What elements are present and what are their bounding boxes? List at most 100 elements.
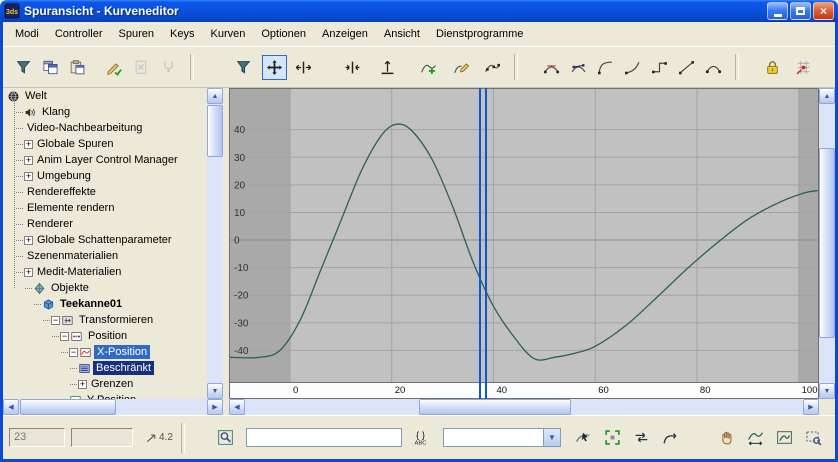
menu-ansicht[interactable]: Ansicht [376,26,428,42]
menu-controller[interactable]: Controller [47,26,111,42]
set-tangents-slow-button[interactable] [620,55,645,80]
scroll-right-icon[interactable]: ▶ [207,399,223,415]
scroll-down-icon[interactable]: ▼ [819,383,835,399]
tree-expander-plus-icon[interactable]: + [24,139,33,149]
draw-curves-button[interactable] [449,55,474,80]
tree-expander-plus-icon[interactable]: + [24,235,33,245]
scroll-right-icon[interactable]: ▶ [803,399,819,415]
show-selected-curves-button[interactable] [571,425,597,450]
key-time-field[interactable]: 23 [9,428,65,447]
tree-item-position[interactable]: − Position [3,328,207,344]
tree-item-beschränkt[interactable]: Beschränkt [3,360,207,376]
chart-vertical-scrollbar[interactable]: ▲ ▼ [819,88,835,399]
tree-item-klang[interactable]: Klang [3,104,207,120]
tree-item-renderer[interactable]: Renderer [3,216,207,232]
set-tangents-step-button[interactable] [647,55,672,80]
zoom-horizontal-extents-button[interactable] [742,425,768,450]
tree-vscroll-thumb[interactable] [207,105,223,157]
chart-vscroll-thumb[interactable] [819,148,835,338]
zoom-value-extents-button[interactable] [771,425,797,450]
scroll-down-icon[interactable]: ▼ [207,383,223,399]
delete-controller-button[interactable] [129,55,154,80]
minimize-button[interactable] [767,2,788,20]
time-ruler[interactable]: 0 20 40 60 80 100 [229,383,819,399]
menu-keys[interactable]: Keys [162,26,202,42]
assign-controller-button[interactable] [102,55,127,80]
lock-selection-button[interactable] [760,55,785,80]
add-keys-button[interactable] [416,55,441,80]
time-slider[interactable] [479,88,488,399]
track-filters-button[interactable] [231,55,256,80]
zoom-region-button[interactable] [800,425,826,450]
scale-values-button[interactable] [375,55,400,80]
set-tangents-fast-button[interactable] [593,55,618,80]
tree-expander-plus-icon[interactable]: + [24,171,33,181]
zoom-selected-object-button[interactable] [213,425,239,450]
menu-anzeigen[interactable]: Anzeigen [314,26,376,42]
slide-keys-button[interactable] [291,55,316,80]
menu-kurven[interactable]: Kurven [202,26,253,42]
move-keys-button[interactable] [262,54,287,80]
tree-item-video-nachbearbeitung[interactable]: Video-Nachbearbeitung [3,120,207,136]
chart-hscroll-thumb[interactable] [419,399,571,415]
tree-item-szenenmaterialien[interactable]: Szenenmaterialien [3,248,207,264]
menu-spuren[interactable]: Spuren [111,26,162,42]
maximize-button[interactable] [790,2,811,20]
chart-horizontal-scrollbar[interactable]: ◀ ▶ [229,399,819,415]
menu-modi[interactable]: Modi [7,26,47,42]
set-tangents-smooth-button[interactable] [701,55,726,80]
set-tangents-custom-button[interactable] [566,55,591,80]
tree-item-elemente-rendern[interactable]: Elemente rendern [3,200,207,216]
close-button[interactable]: × [813,2,834,20]
tree-item-anim-layer-control-manager[interactable]: + Anim Layer Control Manager [3,152,207,168]
tree-item-y-position[interactable]: Y-Position [3,392,207,399]
frame-selected-keys-button[interactable] [600,425,626,450]
scroll-left-icon[interactable]: ◀ [229,399,245,415]
tree-item-objekte[interactable]: Objekte [3,280,207,296]
track-set-list-combobox[interactable]: ▼ [442,428,561,447]
title-bar[interactable]: 3ds Spuransicht - Kurveneditor × [0,0,838,22]
filters-button[interactable] [11,55,36,80]
tree-item-x-position[interactable]: − X-Position [3,344,207,360]
scroll-up-icon[interactable]: ▲ [819,88,835,104]
tree-item-umgebung[interactable]: + Umgebung [3,168,207,184]
interactive-update-button[interactable] [629,425,655,450]
tree-expander-plus-icon[interactable]: + [24,155,33,165]
combo-dropdown-icon[interactable]: ▼ [542,429,560,446]
set-tangents-auto-button[interactable] [539,55,564,80]
tree-item-teekanne01[interactable]: Teekanne01 [3,296,207,312]
make-controller-unique-button[interactable] [156,55,181,80]
key-entry-spinner[interactable]: 4.2 [145,431,173,444]
tree-item-globale-schattenparameter[interactable]: + Globale Schattenparameter [3,232,207,248]
tree-expander-plus-icon[interactable]: + [78,379,87,389]
tree-expander-minus-icon[interactable]: − [51,315,60,325]
pan-button[interactable] [713,425,739,450]
tree-expander-plus-icon[interactable]: + [24,267,33,277]
track-selection-input[interactable] [245,428,402,447]
tree-item-globale-spuren[interactable]: + Globale Spuren [3,136,207,152]
tree-horizontal-scrollbar[interactable]: ◀ ▶ [3,399,223,415]
tree-item-rendereffekte[interactable]: Rendereffekte [3,184,207,200]
key-value-field[interactable] [71,428,133,447]
tree-vertical-scrollbar[interactable]: ▲ ▼ [207,88,223,399]
menu-optionen[interactable]: Optionen [253,26,314,42]
scroll-up-icon[interactable]: ▲ [207,88,223,104]
curve-view[interactable]: 40 30 20 10 0 -10 -20 -30 -40 [229,88,819,383]
tree-expander-minus-icon[interactable]: − [69,347,78,357]
tree-expander-minus-icon[interactable]: − [60,331,69,341]
tree-item-welt[interactable]: Welt [3,88,207,104]
tree-hscroll-thumb[interactable] [20,399,116,415]
tree-item-transformieren[interactable]: − Transformieren [3,312,207,328]
menu-dienstprogramme[interactable]: Dienstprogramme [428,26,531,42]
edit-track-set-button[interactable]: { } ABC [408,425,434,450]
copy-controller-button[interactable] [38,55,63,80]
auto-update-button[interactable] [658,425,684,450]
scale-keys-button[interactable] [340,55,365,80]
set-tangents-linear-button[interactable] [674,55,699,80]
tree-item-medit-materialien[interactable]: + Medit-Materialien [3,264,207,280]
reduce-keys-button[interactable] [480,55,505,80]
paste-controller-button[interactable] [65,55,90,80]
snap-frames-button[interactable] [791,55,816,80]
scroll-left-icon[interactable]: ◀ [3,399,19,415]
tree-item-grenzen[interactable]: + Grenzen [3,376,207,392]
